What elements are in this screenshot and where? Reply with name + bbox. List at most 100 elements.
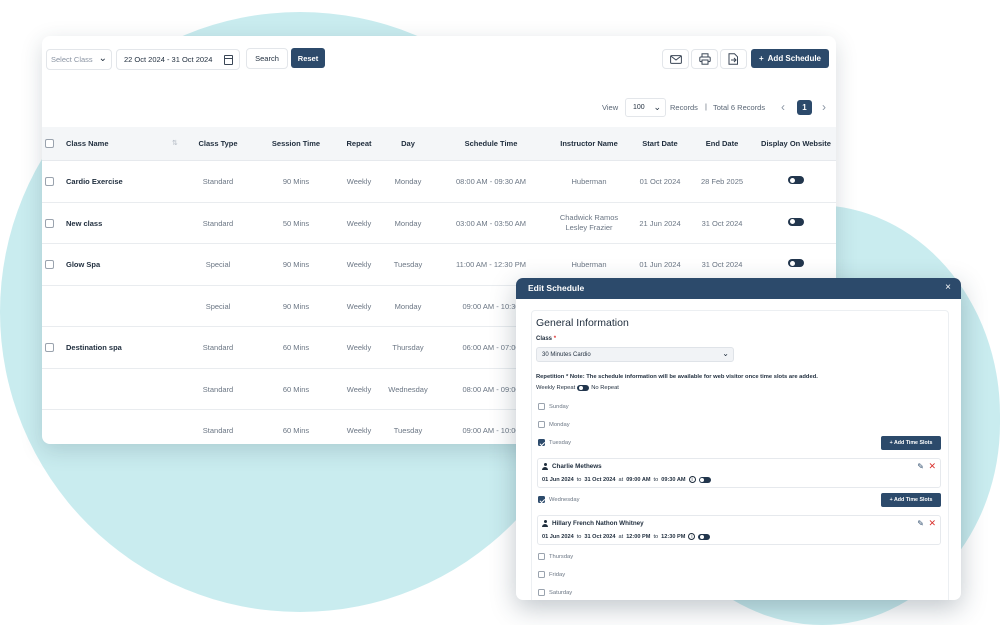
cell-class-type: Standard [202,384,234,394]
records-label: Records [670,103,698,112]
day-option-thursday[interactable]: Thursday [538,553,573,560]
export-button[interactable] [720,49,747,69]
day-option-friday[interactable]: Friday [538,571,565,578]
print-button[interactable] [691,49,718,69]
reset-button[interactable]: Reset [291,48,325,68]
slot-toggle[interactable] [698,476,711,483]
envelope-icon [669,54,682,64]
select-class-dropdown[interactable]: Select Class ⌄ [46,49,112,70]
cell-day: Tuesday [393,426,423,435]
slot-from-date: 01 Jun 2024 [542,533,574,540]
weekly-repeat-switch[interactable]: Weekly Repeat No Repeat [536,385,619,391]
delete-icon[interactable]: ✕ [928,518,936,529]
search-button[interactable]: Search [246,48,288,69]
section-title: General Information [536,317,629,329]
cell-class-type: Standard [202,343,234,352]
close-icon[interactable]: × [945,282,951,293]
table-row: Cardio Exercise Standard 90 Mins Weekly … [42,161,836,203]
row-checkbox[interactable] [45,218,54,228]
select-all-checkbox[interactable] [45,139,54,148]
cell-day: Monday [394,177,422,186]
slot-to-word: to [576,476,582,483]
chevron-down-icon: ⌄ [98,53,107,64]
column-header-class-name[interactable]: Class Name [66,139,109,148]
date-range-value: 22 Oct 2024 - 31 Oct 2024 [124,55,213,64]
day-checkbox[interactable] [538,439,545,446]
info-icon[interactable]: i [688,476,696,483]
day-option-tuesday[interactable]: Tuesday [538,439,571,446]
day-label: Tuesday [549,439,572,446]
time-slot-card: Hillary French Nathon Whitney 01 Jun 202… [537,515,941,545]
day-label: Monday [549,421,570,428]
cell-session-time: 90 Mins [282,260,310,269]
day-label: Sunday [549,403,569,410]
day-option-saturday[interactable]: Saturday [538,589,572,596]
slot-to-word: to [653,533,659,540]
cell-day: Monday [394,218,422,228]
day-checkbox[interactable] [538,496,545,503]
row-checkbox[interactable] [45,343,54,352]
page-number-button[interactable]: 1 [797,100,812,115]
chevron-left-icon[interactable]: ‹ [781,100,785,114]
email-button[interactable] [662,49,689,69]
date-range-input[interactable]: 22 Oct 2024 - 31 Oct 2024 [116,49,240,70]
slot-instructor-name: Hillary French Nathon Whitney [552,520,644,527]
class-select[interactable]: 30 Minutes Cardio ⌄ [536,347,734,362]
cell-start-date: 01 Oct 2024 [639,177,681,186]
cell-repeat: Weekly [346,177,372,186]
cell-instructor: Huberman [571,260,607,269]
cell-start-date: 21 Jun 2024 [639,218,681,228]
printer-icon [698,53,711,65]
add-time-slots-button[interactable]: + Add Time Slots [881,436,941,450]
add-schedule-button[interactable]: + Add Schedule [751,49,829,68]
edit-icon[interactable]: ✎ [917,462,924,471]
add-time-slots-button[interactable]: + Add Time Slots [881,493,941,507]
chevron-right-icon[interactable]: › [822,100,826,114]
table-header: Class Name ⇅ Class Type Session Time Rep… [42,127,836,161]
export-file-icon [728,53,738,65]
day-checkbox[interactable] [538,571,545,578]
cell-repeat: Weekly [346,260,372,269]
cell-session-time: 60 Mins [282,426,310,435]
delete-icon[interactable]: ✕ [928,461,936,472]
cell-class-name: Glow Spa [66,260,101,269]
day-option-wednesday[interactable]: Wednesday [538,496,580,503]
slot-at-word: at [618,476,624,483]
display-on-website-toggle[interactable] [788,176,804,184]
day-checkbox[interactable] [538,403,545,410]
chevron-down-icon: ⌄ [653,102,661,112]
select-class-placeholder: Select Class [51,55,93,64]
page-size-select[interactable]: 100 ⌄ [625,98,666,117]
sort-icon[interactable]: ⇅ [172,139,178,147]
row-checkbox[interactable] [45,177,54,186]
user-icon [542,520,548,527]
weekly-repeat-label: Weekly Repeat [536,385,576,391]
day-checkbox[interactable] [538,553,545,560]
cell-end-date: 31 Oct 2024 [701,218,743,228]
day-option-monday[interactable]: Monday [538,421,570,428]
day-option-sunday[interactable]: Sunday [538,403,569,410]
day-checkbox[interactable] [538,589,545,596]
day-label: Saturday [549,589,573,596]
required-mark: * [553,336,557,342]
cell-class-type: Special [205,260,231,269]
slot-instructor: Hillary French Nathon Whitney [542,520,644,527]
slot-date-time: 01 Jun 2024 to 31 Oct 2024 at 09:00 AM t… [542,476,711,483]
repeat-toggle[interactable] [577,385,590,391]
cell-end-date: 31 Oct 2024 [701,260,743,269]
day-checkbox[interactable] [538,421,545,428]
repetition-note: Repetition * Note: The schedule informat… [536,374,818,380]
display-on-website-toggle[interactable] [788,259,804,267]
cell-end-date: 28 Feb 2025 [700,177,744,186]
display-on-website-toggle[interactable] [788,217,804,226]
cell-schedule-time: 09:00 AM - 10:00 [462,426,520,435]
no-repeat-label: No Repeat [591,385,619,391]
slot-toggle[interactable] [698,533,711,540]
info-icon[interactable]: i [688,533,696,540]
cell-class-name: Destination spa [66,343,122,352]
edit-icon[interactable]: ✎ [917,519,924,528]
cell-day: Monday [394,301,422,311]
modal-title: Edit Schedule [528,283,585,293]
row-checkbox[interactable] [45,260,54,269]
instructor-name: Lesley Frazier [565,222,613,232]
